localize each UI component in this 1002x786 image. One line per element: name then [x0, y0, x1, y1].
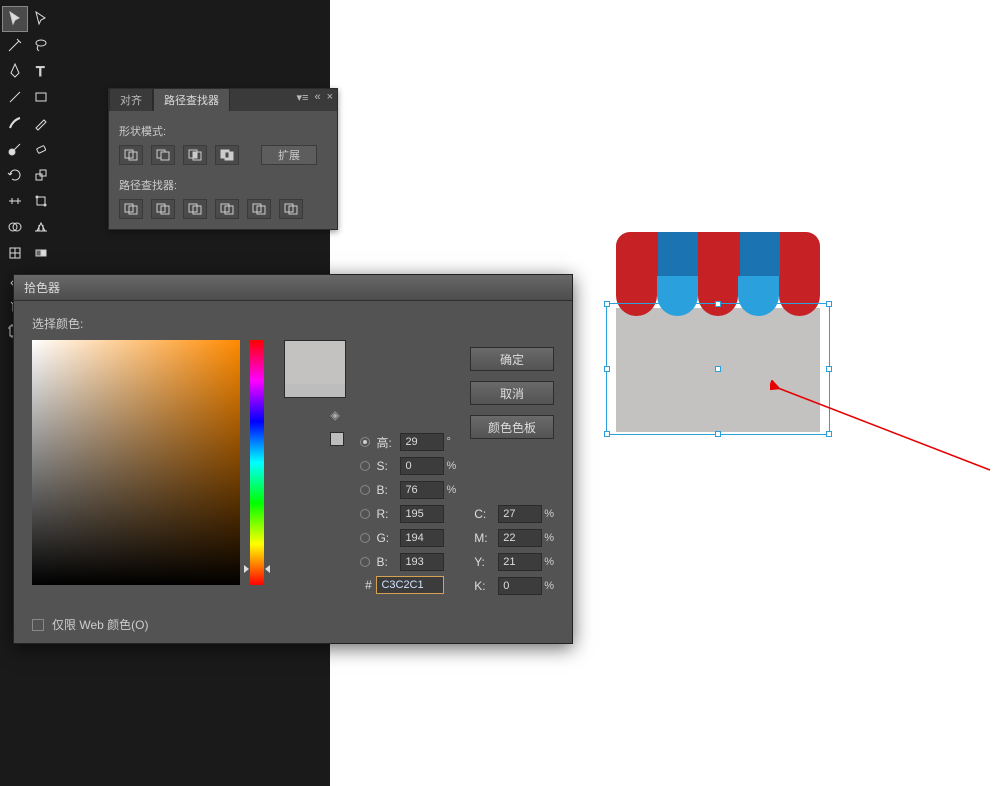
- resize-handle-mr[interactable]: [826, 366, 832, 372]
- center-point[interactable]: [715, 366, 721, 372]
- svg-text:T: T: [36, 63, 45, 79]
- shape-mode-intersect[interactable]: [183, 145, 207, 165]
- resize-handle-br[interactable]: [826, 431, 832, 437]
- swatches-button[interactable]: 颜色色板: [470, 415, 554, 439]
- scale-tool[interactable]: [28, 162, 54, 188]
- mesh-tool[interactable]: [2, 240, 28, 266]
- input-b[interactable]: [400, 481, 444, 499]
- input-h[interactable]: [400, 433, 444, 451]
- selection-tool[interactable]: [2, 6, 28, 32]
- input-s[interactable]: [400, 457, 444, 475]
- resize-handle-tm[interactable]: [715, 301, 721, 307]
- type-tool[interactable]: T: [28, 58, 54, 84]
- awning[interactable]: [616, 232, 820, 282]
- pathfinder-crop[interactable]: [215, 199, 239, 219]
- paintbrush-tool[interactable]: [2, 110, 28, 136]
- cancel-button[interactable]: 取消: [470, 381, 554, 405]
- lasso-tool[interactable]: [28, 32, 54, 58]
- magic-wand-tool[interactable]: [2, 32, 28, 58]
- input-g[interactable]: [400, 529, 444, 547]
- out-of-gamut-icon[interactable]: ◈: [330, 408, 344, 422]
- awning-stripe: [740, 232, 780, 282]
- input-r[interactable]: [400, 505, 444, 523]
- gradient-tool[interactable]: [28, 240, 54, 266]
- panel-tab-bar: 对齐 路径查找器 ▾≡ « ×: [109, 89, 337, 111]
- line-segment-tool[interactable]: [2, 84, 28, 110]
- new-color-swatch: [284, 340, 346, 384]
- tab-pathfinder[interactable]: 路径查找器: [153, 88, 230, 111]
- radio-b[interactable]: [360, 485, 370, 495]
- width-tool[interactable]: [2, 188, 28, 214]
- collapse-icon[interactable]: «: [314, 91, 320, 104]
- shape-modes-label: 形状模式:: [119, 123, 327, 139]
- pathfinder-ops-label: 路径查找器:: [119, 177, 327, 193]
- choose-color-label: 选择颜色:: [32, 315, 554, 332]
- selection-bounding-box[interactable]: [606, 303, 830, 435]
- shape-mode-exclude[interactable]: [215, 145, 239, 165]
- radio-g[interactable]: [360, 533, 370, 543]
- shape-builder-tool[interactable]: [2, 214, 28, 240]
- pathfinder-outline[interactable]: [247, 199, 271, 219]
- dialog-title[interactable]: 拾色器: [14, 275, 572, 301]
- hue-marker[interactable]: [244, 565, 249, 573]
- radio-h[interactable]: [360, 437, 370, 447]
- panel-menu-icon[interactable]: ▾≡: [296, 91, 308, 104]
- resize-handle-ml[interactable]: [604, 366, 610, 372]
- color-preview: [284, 340, 346, 398]
- input-k[interactable]: [498, 577, 542, 595]
- pathfinder-merge[interactable]: [183, 199, 207, 219]
- pencil-tool[interactable]: [28, 110, 54, 136]
- perspective-grid-tool[interactable]: [28, 214, 54, 240]
- input-y[interactable]: [498, 553, 542, 571]
- web-only-label: 仅限 Web 颜色(O): [52, 616, 148, 633]
- expand-button[interactable]: 扩展: [261, 145, 317, 165]
- hue-marker[interactable]: [265, 565, 270, 573]
- web-only-checkbox[interactable]: [32, 619, 44, 631]
- shape-mode-unite[interactable]: [119, 145, 143, 165]
- rotate-tool[interactable]: [2, 162, 28, 188]
- saturation-brightness-field[interactable]: [32, 340, 240, 585]
- resize-handle-tr[interactable]: [826, 301, 832, 307]
- resize-handle-tl[interactable]: [604, 301, 610, 307]
- radio-r[interactable]: [360, 509, 370, 519]
- pen-tool[interactable]: [2, 58, 28, 84]
- pathfinder-divide[interactable]: [119, 199, 143, 219]
- direct-selection-tool[interactable]: [28, 6, 54, 32]
- free-transform-tool[interactable]: [28, 188, 54, 214]
- input-b2[interactable]: [400, 553, 444, 571]
- old-color-swatch[interactable]: [284, 384, 346, 398]
- radio-b2[interactable]: [360, 557, 370, 567]
- shape-mode-minus-front[interactable]: [151, 145, 175, 165]
- awning-stripe: [658, 232, 698, 282]
- resize-handle-bm[interactable]: [715, 431, 721, 437]
- pathfinder-minus-back[interactable]: [279, 199, 303, 219]
- rectangle-tool[interactable]: [28, 84, 54, 110]
- close-icon[interactable]: ×: [327, 91, 333, 104]
- tab-align[interactable]: 对齐: [109, 88, 153, 111]
- eraser-tool[interactable]: [28, 136, 54, 162]
- input-hex[interactable]: [376, 576, 444, 594]
- blob-brush-tool[interactable]: [2, 136, 28, 162]
- input-m[interactable]: [498, 529, 542, 547]
- color-picker-dialog[interactable]: 拾色器 选择颜色: ◈ 高:° S:% B:%: [13, 274, 573, 644]
- websafe-swatch[interactable]: [330, 432, 344, 446]
- ok-button[interactable]: 确定: [470, 347, 554, 371]
- input-c[interactable]: [498, 505, 542, 523]
- pathfinder-panel[interactable]: 对齐 路径查找器 ▾≡ « × 形状模式: 扩展 路径查找器:: [108, 88, 338, 230]
- hue-slider[interactable]: [250, 340, 264, 585]
- hex-hash: #: [360, 578, 376, 592]
- pathfinder-trim[interactable]: [151, 199, 175, 219]
- radio-s[interactable]: [360, 461, 370, 471]
- resize-handle-bl[interactable]: [604, 431, 610, 437]
